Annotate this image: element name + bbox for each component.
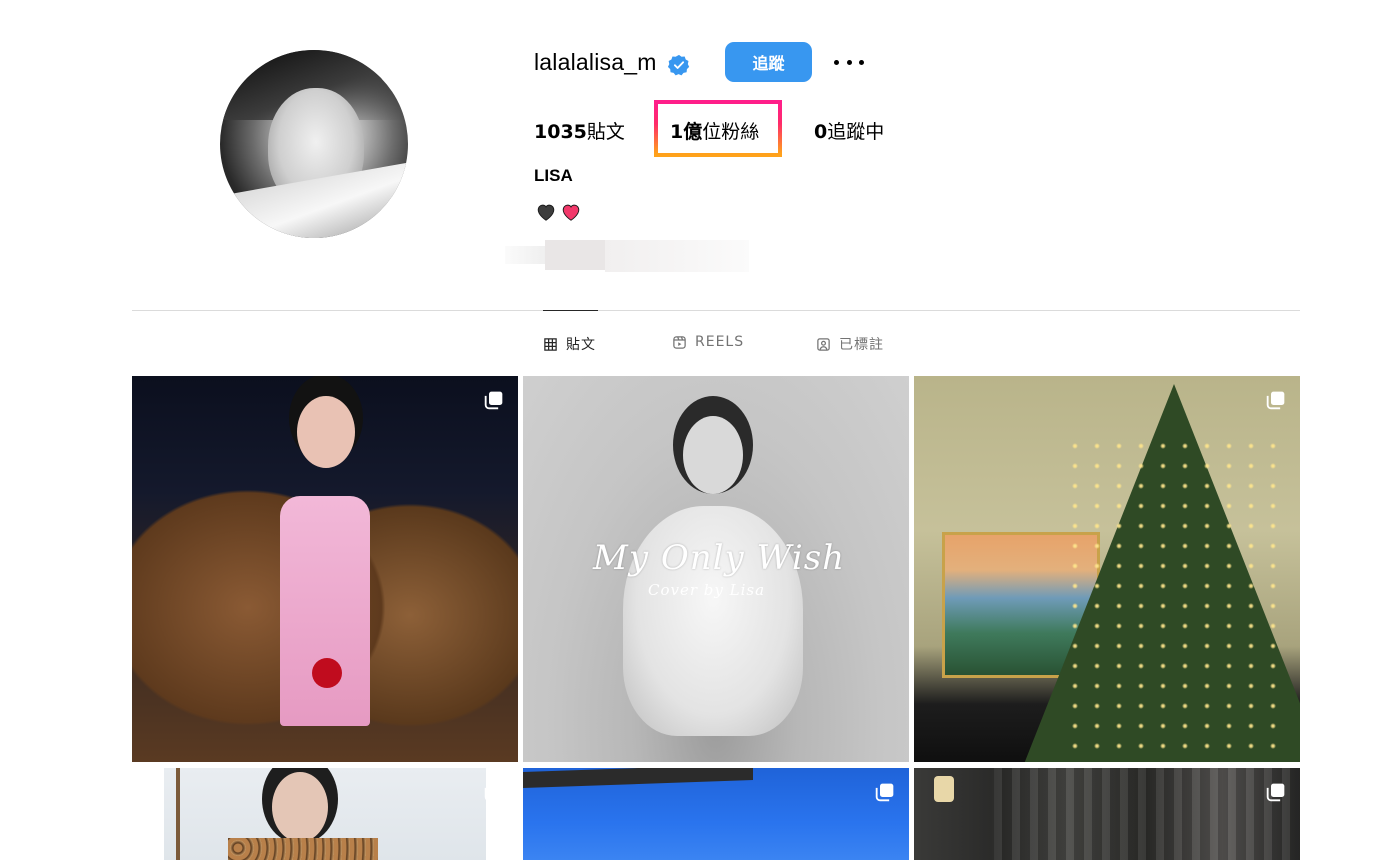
more-options-icon[interactable] <box>834 52 864 72</box>
post-overlay-subtitle: Cover by Lisa <box>648 581 766 599</box>
multiple-images-icon <box>875 783 894 802</box>
posts-count: 1035 貼文 <box>534 121 625 143</box>
tab-reels[interactable]: REELS <box>672 334 744 350</box>
multiple-images-icon <box>484 783 503 802</box>
post-tile[interactable] <box>132 768 518 860</box>
post-overlay-title: My Only Wish <box>593 538 846 578</box>
followers-highlight-box <box>654 100 782 157</box>
pink-heart-icon <box>562 204 580 221</box>
tabs-divider <box>132 310 1300 311</box>
multiple-images-icon <box>1266 783 1285 802</box>
profile-username: lalalalisa_m <box>534 49 657 75</box>
follow-button[interactable]: 追蹤 <box>725 42 812 82</box>
post-tile[interactable] <box>523 768 909 860</box>
post-tile[interactable]: My Only Wish Cover by Lisa <box>523 376 909 762</box>
active-tab-indicator <box>543 310 598 311</box>
bio <box>535 201 582 223</box>
blurred-bio-link <box>505 240 749 272</box>
post-tile[interactable] <box>132 376 518 762</box>
following-count[interactable]: 0 追蹤中 <box>814 117 884 144</box>
black-heart-icon <box>537 204 555 221</box>
reels-icon <box>673 335 686 349</box>
post-tile[interactable] <box>914 376 1300 762</box>
tab-posts[interactable]: 貼文 <box>543 334 596 354</box>
post-tile[interactable] <box>914 768 1300 860</box>
grid-icon <box>544 337 557 351</box>
multiple-images-icon <box>1266 391 1285 410</box>
profile-avatar[interactable] <box>220 50 408 238</box>
tab-tagged[interactable]: 已標註 <box>816 334 884 354</box>
display-name: LISA <box>534 166 573 185</box>
verified-badge-icon <box>668 54 690 76</box>
tagged-icon <box>817 337 830 351</box>
multiple-images-icon <box>484 391 503 410</box>
